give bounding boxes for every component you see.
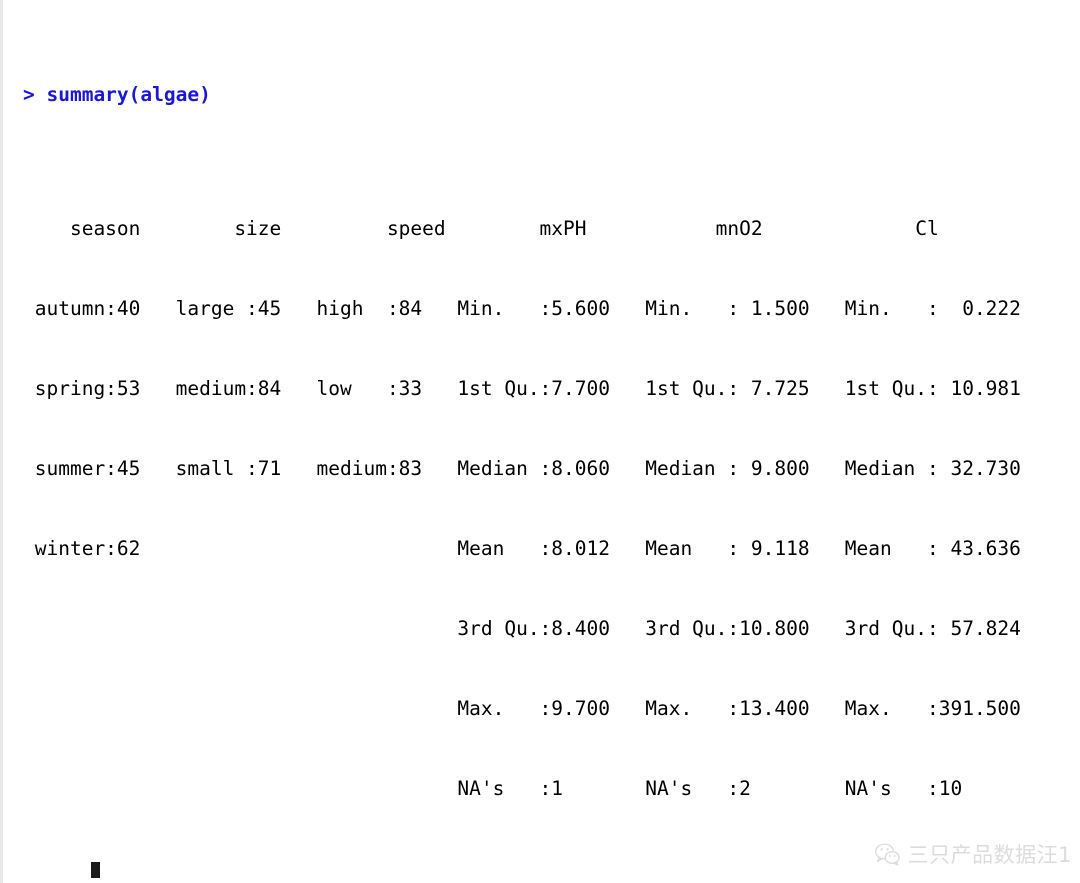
block-1-row: 3rd Qu.:8.400 3rd Qu.:10.800 3rd Qu.: 57… — [23, 617, 1045, 641]
r-console-output-pane[interactable]: > summary(algae) season size speed mxPH … — [0, 0, 1080, 883]
console-command-line: > summary(algae) — [23, 83, 211, 107]
block-1-row: NA's :1 NA's :2 NA's :10 — [23, 777, 1045, 801]
block-1-header: season size speed mxPH mnO2 Cl — [23, 216, 1033, 240]
block-1-row: winter:62 Mean :8.012 Mean : 9.118 Mean … — [23, 536, 1045, 560]
block-1-row: spring:53 medium:84 low :33 1st Qu.:7.70… — [23, 376, 1045, 400]
console-text-area[interactable]: > summary(algae) season size speed mxPH … — [3, 0, 1056, 883]
block-1-row: autumn:40 large :45 high :84 Min. :5.600… — [23, 296, 1045, 320]
block-1-row: summer:45 small :71 medium:83 Median :8.… — [23, 456, 1045, 480]
console-cursor — [91, 862, 100, 878]
block-1-row: Max. :9.700 Max. :13.400 Max. :391.500 — [23, 697, 1045, 721]
